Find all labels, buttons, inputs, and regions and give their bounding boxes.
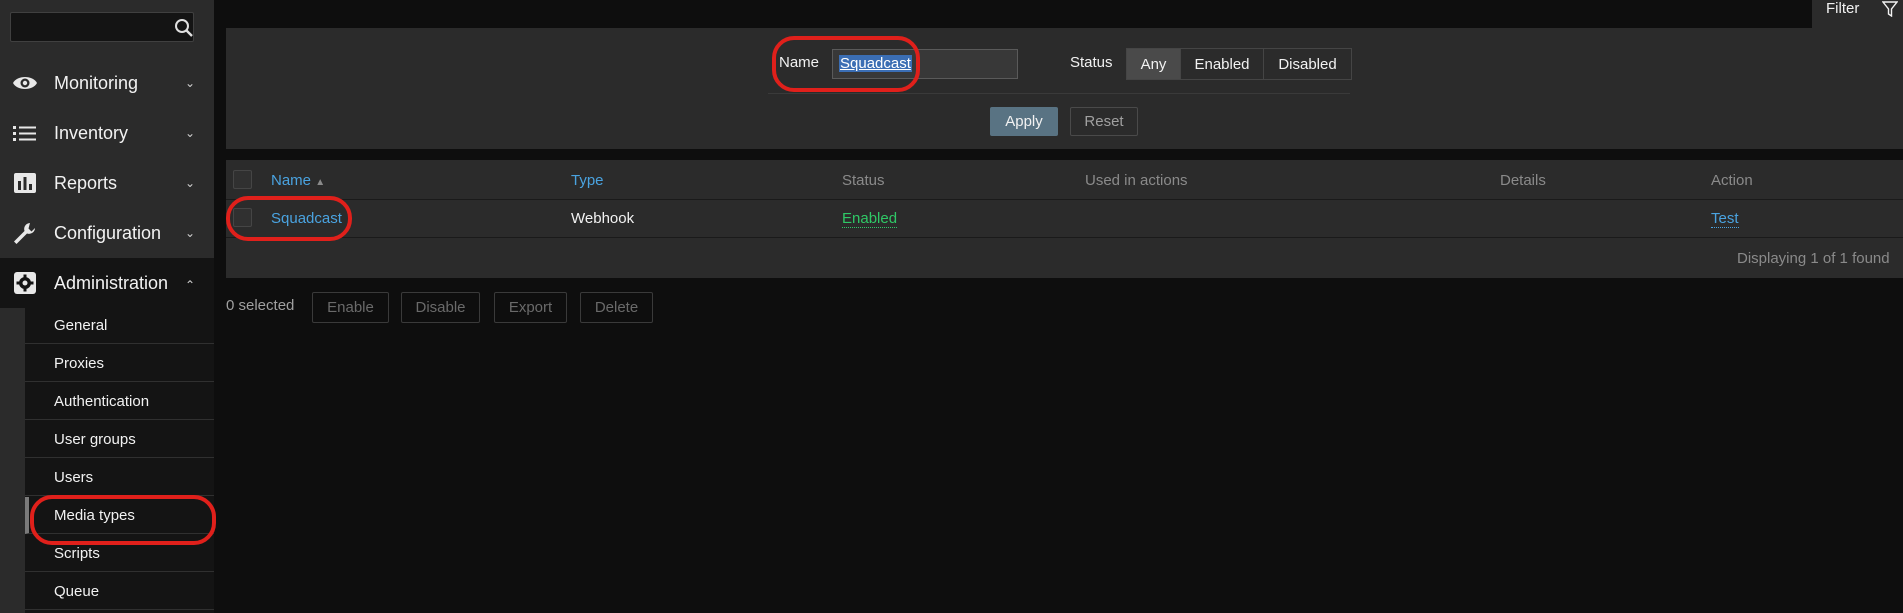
highlight-media-types — [30, 495, 216, 545]
filter-status-label: Status — [1070, 54, 1113, 71]
nav-administration-label: Administration — [54, 272, 169, 293]
media-types-table — [226, 160, 1903, 278]
submenu-item-label: Users — [54, 469, 94, 486]
gear-icon — [14, 272, 36, 294]
nav-reports-label: Reports — [54, 172, 118, 193]
nav-monitoring[interactable]: Monitoring ⌄ — [0, 58, 214, 108]
column-header-status: Status — [842, 172, 885, 189]
filter-divider — [768, 93, 1350, 94]
status-option-enabled[interactable]: Enabled — [1180, 48, 1264, 80]
media-type-type: Webhook — [571, 210, 635, 227]
nav-configuration-label: Configuration — [54, 222, 162, 243]
nav-reports[interactable]: Reports ⌄ — [0, 158, 214, 208]
submenu-item-label: Scripts — [54, 545, 100, 562]
status-toggle-link[interactable]: Enabled — [842, 210, 898, 228]
column-header-name[interactable]: Name ▲ — [271, 172, 325, 189]
row-divider — [226, 237, 1903, 238]
chevron-down-icon: ⌄ — [185, 76, 196, 90]
status-option-any[interactable]: Any — [1126, 48, 1181, 80]
submenu-item-users[interactable]: Users — [25, 459, 214, 496]
column-header-used-in-actions: Used in actions — [1085, 172, 1188, 189]
submenu-item-label: General — [54, 317, 108, 334]
nav-inventory-label: Inventory — [54, 122, 129, 143]
filter-tab[interactable]: Filter — [1812, 0, 1903, 28]
administration-submenu: General Proxies Authentication User grou… — [25, 307, 214, 613]
chevron-down-icon: ⌄ — [185, 126, 196, 140]
nav-inventory[interactable]: Inventory ⌄ — [0, 108, 214, 158]
sidebar-search-input[interactable] — [10, 12, 194, 42]
selected-count: 0 selected — [226, 297, 295, 314]
table-footer-count: Displaying 1 of 1 found — [1737, 250, 1890, 267]
filter-tab-label: Filter — [1826, 0, 1860, 17]
submenu-item-proxies[interactable]: Proxies — [25, 345, 214, 382]
reset-button[interactable]: Reset — [1070, 107, 1138, 136]
header-divider — [226, 199, 1903, 200]
enable-button[interactable]: Enable — [312, 292, 389, 323]
submenu-item-label: Queue — [54, 583, 100, 600]
column-header-type[interactable]: Type — [571, 172, 604, 189]
sort-asc-icon: ▲ — [315, 177, 326, 188]
list-icon — [13, 126, 36, 141]
chevron-up-icon: ⌃ — [185, 278, 196, 292]
top-bar — [214, 0, 1903, 28]
filter-icon — [1882, 1, 1898, 17]
chevron-down-icon: ⌄ — [185, 176, 196, 190]
bar-chart-icon — [14, 173, 36, 193]
highlight-name-filter — [772, 36, 920, 92]
delete-button[interactable]: Delete — [580, 292, 653, 323]
column-header-name-label: Name — [271, 172, 312, 189]
submenu-item-user-groups[interactable]: User groups — [25, 421, 214, 458]
nav-monitoring-label: Monitoring — [54, 72, 139, 93]
submenu-item-label: Authentication — [54, 393, 150, 410]
apply-button[interactable]: Apply — [990, 107, 1058, 136]
wrench-icon — [14, 223, 35, 244]
nav-administration[interactable]: Administration ⌃ — [0, 258, 214, 308]
export-button[interactable]: Export — [494, 292, 567, 323]
submenu-item-label: User groups — [54, 431, 136, 448]
disable-button[interactable]: Disable — [401, 292, 480, 323]
highlight-squadcast-row — [226, 196, 352, 241]
status-option-disabled[interactable]: Disabled — [1263, 48, 1352, 80]
submenu-item-general[interactable]: General — [25, 307, 214, 344]
select-all-checkbox[interactable] — [233, 170, 252, 189]
test-link[interactable]: Test — [1711, 210, 1739, 228]
filter-panel — [226, 28, 1903, 149]
chevron-down-icon: ⌄ — [185, 226, 196, 240]
column-header-details: Details — [1500, 172, 1546, 189]
submenu-item-queue[interactable]: Queue — [25, 573, 214, 610]
nav-configuration[interactable]: Configuration ⌄ — [0, 208, 214, 258]
submenu-item-label: Proxies — [54, 355, 105, 372]
search-icon[interactable] — [174, 18, 194, 38]
column-header-action: Action — [1711, 172, 1753, 189]
eye-icon — [13, 77, 37, 89]
submenu-item-authentication[interactable]: Authentication — [25, 383, 214, 420]
